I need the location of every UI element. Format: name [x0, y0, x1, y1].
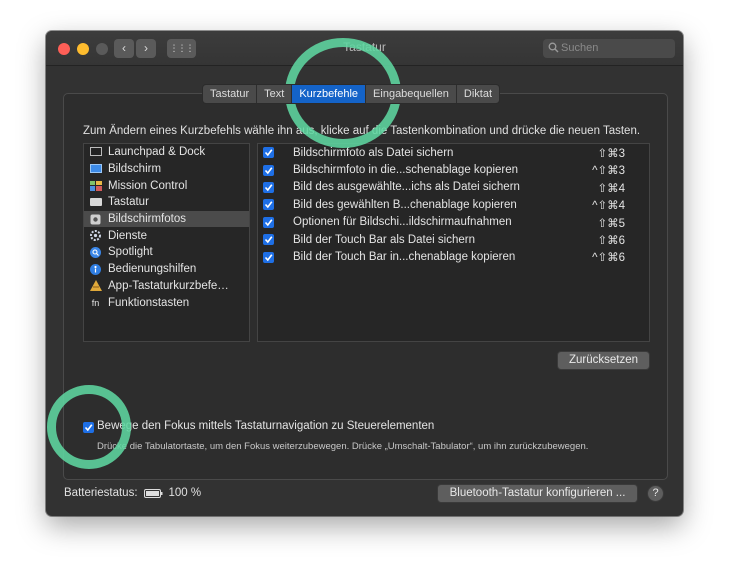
category-label: Dienste	[108, 229, 147, 242]
category-label: App-Tastaturkurzbefe…	[108, 279, 229, 292]
gear-icon	[89, 230, 102, 242]
fn-icon: fn	[91, 297, 100, 308]
shortcut-label: Optionen für Bildschi...ildschirmaufnahm…	[293, 216, 512, 229]
shortcut-keys[interactable]: ⇧⌘4	[597, 181, 625, 195]
shortcut-row[interactable]: Bild des ausgewählte...ichs als Datei si…	[258, 179, 649, 196]
shortcut-table[interactable]: Bildschirmfoto als Datei sichern ⇧⌘3 Bil…	[257, 143, 650, 342]
battery-label: Batteriestatus:	[64, 487, 138, 499]
tab-bar: Tastatur Text Kurzbefehle Eingabequellen…	[202, 84, 501, 104]
shortcut-keys[interactable]: ⇧⌘5	[597, 216, 625, 230]
shortcut-keys[interactable]: ^⇧⌘6	[592, 250, 625, 264]
shortcut-checkbox[interactable]	[263, 199, 274, 211]
category-item-spotlight[interactable]: Spotlight	[84, 244, 249, 261]
checkmark-icon	[264, 184, 273, 192]
checkmark-icon	[264, 166, 273, 174]
category-item-launchpad[interactable]: Launchpad & Dock	[84, 144, 249, 161]
help-button[interactable]: ?	[647, 485, 664, 502]
focus-navigation-checkbox[interactable]	[83, 422, 94, 433]
accessibility-icon	[89, 263, 102, 275]
keyboard-icon	[89, 197, 102, 208]
display-icon	[89, 164, 102, 175]
shortcut-checkbox[interactable]	[263, 147, 274, 159]
category-label: Funktionstasten	[108, 296, 190, 309]
category-item-mission-control[interactable]: Mission Control	[84, 177, 249, 194]
category-label: Tastatur	[108, 196, 149, 209]
tab-kurzbefehle[interactable]: Kurzbefehle	[292, 85, 367, 103]
shortcut-label: Bild der Touch Bar in...chenablage kopie…	[293, 251, 516, 264]
tab-diktat[interactable]: Diktat	[457, 85, 499, 103]
spotlight-icon	[89, 246, 102, 258]
shortcut-keys[interactable]: ^⇧⌘3	[592, 163, 625, 177]
shortcut-row[interactable]: Bildschirmfoto in die...schenablage kopi…	[258, 161, 649, 178]
checkmark-icon	[264, 201, 273, 209]
shortcut-checkbox[interactable]	[263, 234, 274, 246]
focus-navigation-hint: Drücke die Tabulatortaste, um den Fokus …	[97, 441, 589, 452]
title-bar: ‹ › ⋮⋮⋮ Tastatur Suchen	[46, 31, 683, 66]
shortcut-label: Bild der Touch Bar als Datei sichern	[293, 233, 475, 246]
category-label: Spotlight	[108, 246, 153, 259]
category-label: Launchpad & Dock	[108, 146, 206, 159]
battery-status: Batteriestatus: 100 %	[64, 487, 201, 499]
shortcut-label: Bildschirmfoto in die...schenablage kopi…	[293, 164, 519, 177]
checkmark-icon	[264, 236, 273, 244]
checkmark-icon	[84, 424, 93, 432]
bluetooth-keyboard-button[interactable]: Bluetooth-Tastatur konfigurieren ...	[437, 484, 638, 503]
shortcut-row[interactable]: Bild des gewählten B...chenablage kopier…	[258, 196, 649, 213]
category-item-bedienungshilfen[interactable]: Bedienungshilfen	[84, 261, 249, 278]
category-item-tastatur[interactable]: Tastatur	[84, 194, 249, 211]
shortcut-checkbox[interactable]	[263, 164, 274, 176]
mission-control-icon	[89, 180, 102, 191]
instruction-text: Zum Ändern eines Kurzbefehls wähle ihn a…	[83, 125, 641, 137]
category-label: Mission Control	[108, 179, 188, 192]
tab-tastatur[interactable]: Tastatur	[203, 85, 258, 103]
shortcut-row[interactable]: Bild der Touch Bar als Datei sichern ⇧⌘6	[258, 231, 649, 248]
app-shortcuts-icon	[89, 280, 102, 292]
category-item-dienste[interactable]: Dienste	[84, 227, 249, 244]
launchpad-icon	[89, 147, 102, 158]
checkmark-icon	[264, 219, 273, 226]
category-item-app-shortcuts[interactable]: App-Tastaturkurzbefe…	[84, 278, 249, 295]
shortcut-checkbox[interactable]	[263, 216, 274, 228]
shortcut-checkbox[interactable]	[263, 251, 274, 263]
category-item-funktionstasten[interactable]: fn Funktionstasten	[84, 294, 249, 311]
checkmark-icon	[264, 253, 273, 261]
battery-value: 100 %	[168, 487, 202, 499]
shortcut-label: Bild des ausgewählte...ichs als Datei si…	[293, 181, 520, 194]
tab-eingabequellen[interactable]: Eingabequellen	[366, 85, 457, 103]
shortcut-checkbox[interactable]	[263, 181, 274, 193]
shortcut-row[interactable]: Bild der Touch Bar in...chenablage kopie…	[258, 248, 649, 265]
focus-navigation-label[interactable]: Bewege den Fokus mittels Tastaturnavigat…	[97, 420, 434, 432]
screenshot-icon	[89, 214, 102, 225]
category-item-bildschirmfotos[interactable]: Bildschirmfotos	[84, 210, 249, 228]
shortcut-label: Bildschirmfoto als Datei sichern	[293, 146, 454, 159]
category-label: Bildschirm	[108, 163, 162, 176]
shortcut-keys[interactable]: ⇧⌘3	[597, 146, 625, 160]
battery-icon	[143, 488, 163, 498]
shortcut-row[interactable]: Bildschirmfoto als Datei sichern ⇧⌘3	[258, 144, 649, 161]
category-label: Bildschirmfotos	[108, 213, 186, 226]
search-icon	[548, 42, 559, 53]
tab-text[interactable]: Text	[257, 85, 293, 103]
shortcut-row[interactable]: Optionen für Bildschi...ildschirmaufnahm…	[258, 214, 649, 231]
preferences-window: ‹ › ⋮⋮⋮ Tastatur Suchen Tastatur Text Ku…	[46, 31, 683, 516]
checkmark-icon	[264, 149, 273, 157]
shortcut-keys[interactable]: ^⇧⌘4	[592, 198, 625, 212]
category-item-bildschirm[interactable]: Bildschirm	[84, 161, 249, 178]
reset-button[interactable]: Zurücksetzen	[557, 351, 650, 370]
search-field[interactable]: Suchen	[543, 39, 675, 58]
category-list[interactable]: Launchpad & Dock Bildschirm Mission Cont…	[83, 143, 250, 342]
category-label: Bedienungshilfen	[108, 263, 197, 276]
shortcut-label: Bild des gewählten B...chenablage kopier…	[293, 198, 517, 211]
search-placeholder: Suchen	[561, 42, 599, 54]
shortcut-keys[interactable]: ⇧⌘6	[597, 233, 625, 247]
